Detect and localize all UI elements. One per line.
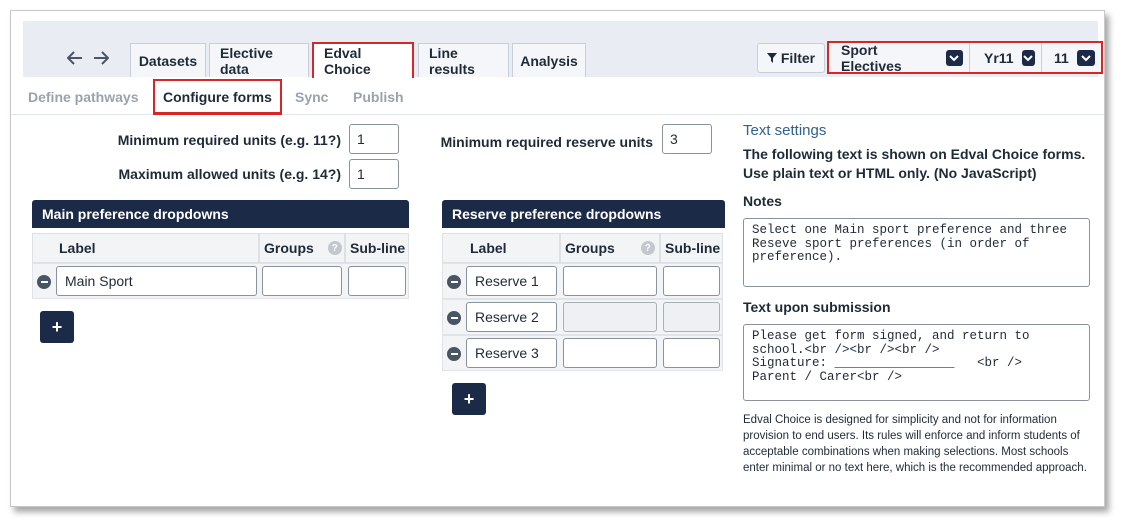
subtab-configure-forms[interactable]: Configure forms	[153, 79, 282, 115]
reserve-groups-input[interactable]	[563, 266, 657, 296]
text-settings-footnote: Edval Choice is designed for simplicity …	[743, 414, 1087, 474]
filter-label: Filter	[780, 50, 816, 66]
arrow-left-icon[interactable]	[66, 50, 83, 68]
subtab-bar: Define pathways Configure forms Sync Pub…	[11, 77, 1104, 115]
main-col-groups: Groups?	[259, 233, 345, 263]
main-col-label: Label	[32, 233, 259, 263]
column-header: Label	[59, 240, 96, 256]
main-label-input[interactable]	[56, 266, 257, 296]
tab-label: Line results	[429, 44, 475, 77]
chevron-down-icon	[1021, 49, 1035, 66]
reserve-col-subline: Sub-line	[660, 233, 723, 263]
subtab-sync[interactable]: Sync	[295, 89, 328, 105]
reserve-panel-header: Reserve preference dropdowns	[442, 200, 725, 228]
tab-label: Datasets	[138, 52, 198, 69]
reserve-units-input[interactable]	[662, 124, 712, 154]
reserve-subline-input[interactable]	[663, 338, 720, 368]
tab-label: Elective data	[220, 44, 273, 77]
text-settings-description: The following text is shown on Edval Cho…	[743, 146, 1086, 181]
top-bar: Datasets Elective data Edval Choice Line…	[23, 21, 1103, 78]
year-select[interactable]: Yr11	[969, 43, 1041, 72]
remove-row-icon[interactable]	[447, 275, 461, 289]
tab-elective-data[interactable]: Elective data	[209, 43, 309, 77]
min-units-label: Minimum required units (e.g. 11?)	[117, 132, 341, 148]
submission-textarea[interactable]: Please get form signed, and return to sc…	[743, 324, 1090, 401]
reserve-groups-input[interactable]	[563, 338, 657, 368]
reserve-label-input[interactable]	[466, 338, 557, 368]
text-settings-title: Text settings	[743, 122, 827, 139]
filter-button[interactable]: Filter	[757, 43, 825, 73]
main-groups-input[interactable]	[262, 266, 342, 296]
column-header: Label	[470, 240, 507, 256]
reserve-subline-input[interactable]	[663, 266, 720, 296]
reserve-units-label: Minimum required reserve units	[440, 134, 653, 150]
remove-row-icon[interactable]	[37, 275, 51, 289]
main-subline-input[interactable]	[348, 266, 406, 296]
group-value: 11	[1054, 49, 1069, 66]
main-col-subline: Sub-line	[345, 233, 409, 263]
reserve-groups-input[interactable]	[563, 302, 657, 332]
add-main-row-button[interactable]: +	[40, 311, 74, 343]
app-window: Datasets Elective data Edval Choice Line…	[10, 10, 1105, 507]
reserve-col-label: Label	[442, 233, 560, 263]
notes-textarea[interactable]: Select one Main sport preference and thr…	[743, 218, 1090, 287]
subtab-publish[interactable]: Publish	[353, 89, 404, 105]
tab-label: Analysis	[520, 52, 578, 69]
column-header: Sub-line	[350, 240, 406, 256]
tab-edval-choice[interactable]: Edval Choice	[312, 42, 414, 78]
reserve-label-input[interactable]	[466, 266, 557, 296]
notes-label: Notes	[743, 193, 782, 209]
min-units-input[interactable]	[349, 124, 399, 154]
subject-value: Sport Electives	[841, 41, 902, 74]
tab-datasets[interactable]: Datasets	[130, 43, 206, 77]
help-icon[interactable]: ?	[327, 241, 342, 255]
subtab-define-pathways[interactable]: Define pathways	[28, 89, 138, 105]
group-select[interactable]: 11	[1041, 43, 1101, 72]
subject-select[interactable]: Sport Electives	[829, 41, 969, 74]
remove-row-icon[interactable]	[447, 311, 461, 325]
max-units-input[interactable]	[349, 159, 399, 189]
reserve-col-groups: Groups?	[560, 233, 660, 263]
submission-label: Text upon submission	[743, 299, 891, 315]
column-header: Sub-line	[665, 240, 721, 256]
help-icon[interactable]: ?	[640, 241, 655, 255]
main-panel-header: Main preference dropdowns	[32, 200, 409, 228]
selector-group: Sport Electives Yr11 11	[827, 41, 1103, 74]
remove-row-icon[interactable]	[447, 347, 461, 361]
tab-analysis[interactable]: Analysis	[512, 43, 586, 77]
reserve-subline-input[interactable]	[663, 302, 720, 332]
chevron-down-icon	[1077, 49, 1095, 66]
max-units-label: Maximum allowed units (e.g. 14?)	[118, 166, 341, 182]
tab-line-results[interactable]: Line results	[418, 43, 509, 77]
column-header: Groups	[264, 240, 314, 256]
reserve-label-input[interactable]	[466, 302, 557, 332]
chevron-down-icon	[945, 49, 963, 66]
arrow-right-icon[interactable]	[93, 50, 110, 68]
add-reserve-row-button[interactable]: +	[452, 383, 486, 415]
year-value: Yr11	[984, 49, 1014, 66]
filter-icon	[766, 50, 777, 66]
column-header: Groups	[565, 240, 615, 256]
tab-label: Edval Choice	[324, 45, 371, 77]
